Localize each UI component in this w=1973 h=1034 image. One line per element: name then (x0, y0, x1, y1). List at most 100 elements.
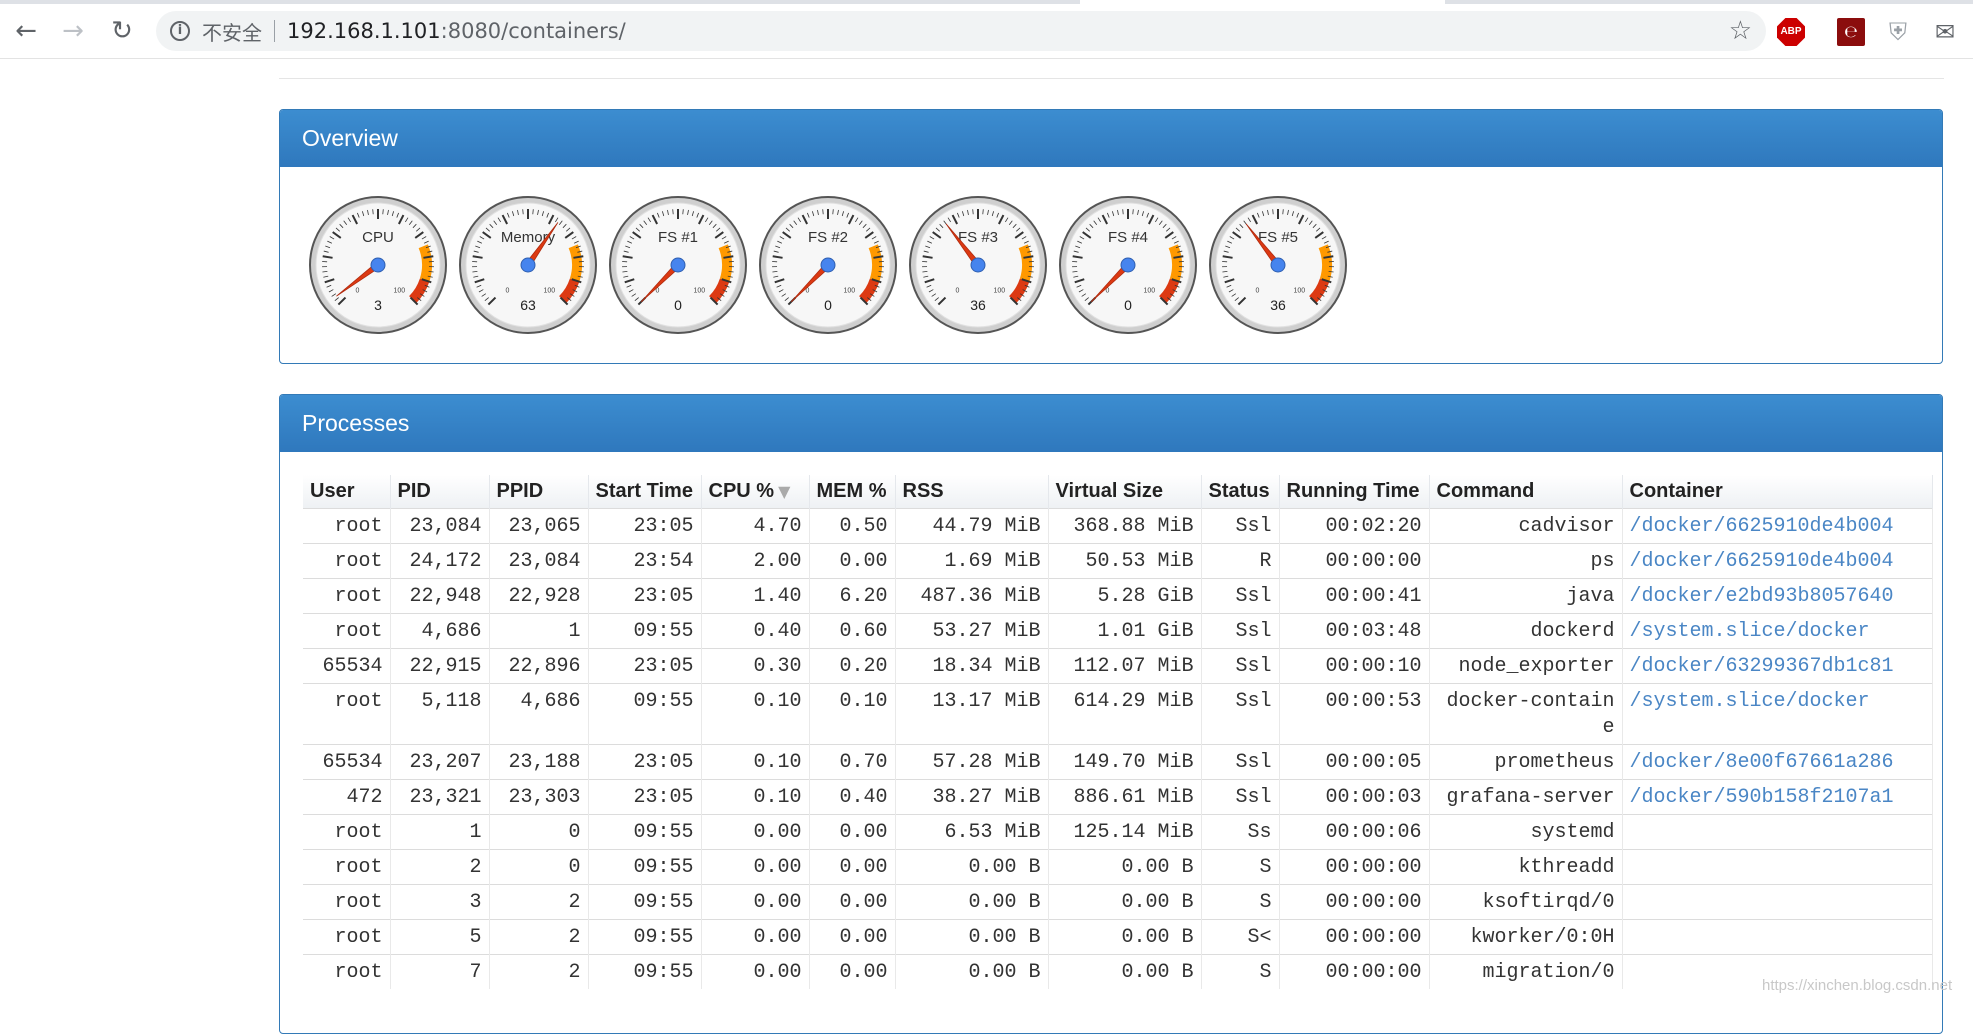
mail-extension-icon[interactable]: ✉ (1931, 18, 1959, 46)
insecure-label[interactable]: 不安全 (202, 17, 262, 46)
table-row: 47223,32123,30323:050.100.4038.27 MiB886… (303, 780, 1932, 815)
overview-panel: Overview 0100CPU30100Memory630100FS #100… (279, 109, 1943, 364)
table-cell: 00:00:00 (1279, 544, 1429, 579)
container-link[interactable]: /docker/6625910de4b004 (1622, 509, 1932, 544)
container-link[interactable]: /docker/590b158f2107a1 (1622, 780, 1932, 815)
column-header-container[interactable]: Container (1622, 475, 1932, 509)
adblock-extension-icon[interactable]: ABP (1777, 18, 1805, 46)
gauge-max-label: 100 (843, 287, 855, 294)
table-cell: 00:00:00 (1279, 920, 1429, 955)
table-row: root2009:550.000.000.00 B0.00 BS00:00:00… (303, 850, 1932, 885)
reload-icon[interactable]: ↻ (104, 13, 140, 49)
container-link[interactable]: /docker/6625910de4b004 (1622, 544, 1932, 579)
table-cell: Ssl (1201, 614, 1279, 649)
sort-desc-icon[interactable]: ▼ (778, 482, 790, 501)
table-cell: Ssl (1201, 780, 1279, 815)
column-header-command[interactable]: Command (1429, 475, 1622, 509)
table-cell: 65534 (303, 649, 390, 684)
table-cell: 6.20 (809, 579, 895, 614)
container-link[interactable]: /docker/e2bd93b8057640 (1622, 579, 1932, 614)
container-link (1622, 815, 1932, 850)
column-header-cpu[interactable]: CPU %▼ (701, 475, 809, 509)
info-icon[interactable]: i (170, 21, 190, 41)
table-cell: 22,948 (390, 579, 489, 614)
table-row: root22,94822,92823:051.406.20487.36 MiB5… (303, 579, 1932, 614)
table-cell: 09:55 (588, 684, 701, 745)
forward-arrow-icon[interactable]: → (55, 13, 91, 49)
table-cell: 23,321 (390, 780, 489, 815)
table-cell: 4,686 (390, 614, 489, 649)
table-row: root5,1184,68609:550.100.1013.17 MiB614.… (303, 684, 1932, 745)
table-cell: 1 (489, 614, 588, 649)
table-row: root1009:550.000.006.53 MiB125.14 MiBSs0… (303, 815, 1932, 850)
container-link[interactable]: /docker/63299367db1c81 (1622, 649, 1932, 684)
container-link[interactable]: /docker/8e00f67661a286 (1622, 745, 1932, 780)
star-icon[interactable]: ☆ (1729, 16, 1752, 46)
table-cell: 0.00 B (895, 850, 1048, 885)
table-cell: root (303, 509, 390, 544)
gauge-max-label: 100 (693, 287, 705, 294)
table-cell: 0.40 (809, 780, 895, 815)
table-cell: 0.00 (701, 815, 809, 850)
table-cell: 1.69 MiB (895, 544, 1048, 579)
column-header-ppid[interactable]: PPID (489, 475, 588, 509)
gauge-svg: 0100FS #10 (608, 195, 748, 335)
table-cell: root (303, 614, 390, 649)
table-cell: 1.40 (701, 579, 809, 614)
column-header-label: Command (1437, 480, 1535, 502)
table-cell: 23,065 (489, 509, 588, 544)
table-cell: root (303, 920, 390, 955)
table-cell: 18.34 MiB (895, 649, 1048, 684)
url-path[interactable]: :8080/containers/ (441, 19, 626, 43)
gauge-fs-2: 0100FS #20 (758, 195, 898, 335)
column-header-user[interactable]: User (303, 475, 390, 509)
table-cell: ps (1429, 544, 1622, 579)
table-cell: 0 (489, 850, 588, 885)
gauge-hub (521, 258, 535, 272)
address-bar[interactable]: i 不安全 192.168.1.101:8080/containers/ ☆ (156, 11, 1766, 51)
column-header-label: MEM % (817, 480, 887, 502)
table-cell: 4,686 (489, 684, 588, 745)
table-cell: 0.00 B (895, 885, 1048, 920)
table-cell: 0.00 (701, 885, 809, 920)
gauge-value: 0 (824, 297, 832, 313)
process-table: UserPID PPID Start Time CPU %▼ MEM % RSSVirtu… (303, 475, 1933, 989)
gauge-hub (671, 258, 685, 272)
shield-extension-icon[interactable]: ⛨ (1884, 18, 1912, 46)
pdf-extension-icon[interactable]: ℮ (1837, 18, 1865, 46)
column-header-start-time[interactable]: Start Time (588, 475, 701, 509)
table-cell: 0.00 (701, 920, 809, 955)
table-cell: 0.50 (809, 509, 895, 544)
table-cell: 368.88 MiB (1048, 509, 1201, 544)
column-header-virtual-size[interactable]: Virtual Size (1048, 475, 1201, 509)
column-header-rss[interactable]: RSS (895, 475, 1048, 509)
table-cell: 125.14 MiB (1048, 815, 1201, 850)
container-link[interactable]: /system.slice/docker (1622, 614, 1932, 649)
table-cell: 23,084 (489, 544, 588, 579)
table-cell: 00:00:03 (1279, 780, 1429, 815)
column-header-label: PPID (497, 480, 544, 502)
gauge-value: 0 (1124, 297, 1132, 313)
table-cell: 23,188 (489, 745, 588, 780)
table-cell: 0.00 (701, 955, 809, 990)
column-header-pid[interactable]: PID (390, 475, 489, 509)
table-cell: 2 (489, 955, 588, 990)
url-host[interactable]: 192.168.1.101 (287, 19, 441, 43)
table-cell: 00:02:20 (1279, 509, 1429, 544)
table-cell: node_exporter (1429, 649, 1622, 684)
table-cell: 0.40 (701, 614, 809, 649)
table-cell: 00:00:05 (1279, 745, 1429, 780)
table-cell: 23:05 (588, 780, 701, 815)
column-header-mem[interactable]: MEM % (809, 475, 895, 509)
table-cell: 6.53 MiB (895, 815, 1048, 850)
table-cell: 0.00 B (895, 920, 1048, 955)
column-header-label: Start Time (596, 480, 693, 502)
column-header-status[interactable]: Status (1201, 475, 1279, 509)
table-cell: 0.00 (809, 920, 895, 955)
container-link[interactable]: /system.slice/docker (1622, 684, 1932, 745)
back-arrow-icon[interactable]: ← (8, 13, 44, 49)
table-cell: Ssl (1201, 579, 1279, 614)
table-row: root24,17223,08423:542.000.001.69 MiB50.… (303, 544, 1932, 579)
table-cell: 2.00 (701, 544, 809, 579)
column-header-running-time[interactable]: Running Time (1279, 475, 1429, 509)
